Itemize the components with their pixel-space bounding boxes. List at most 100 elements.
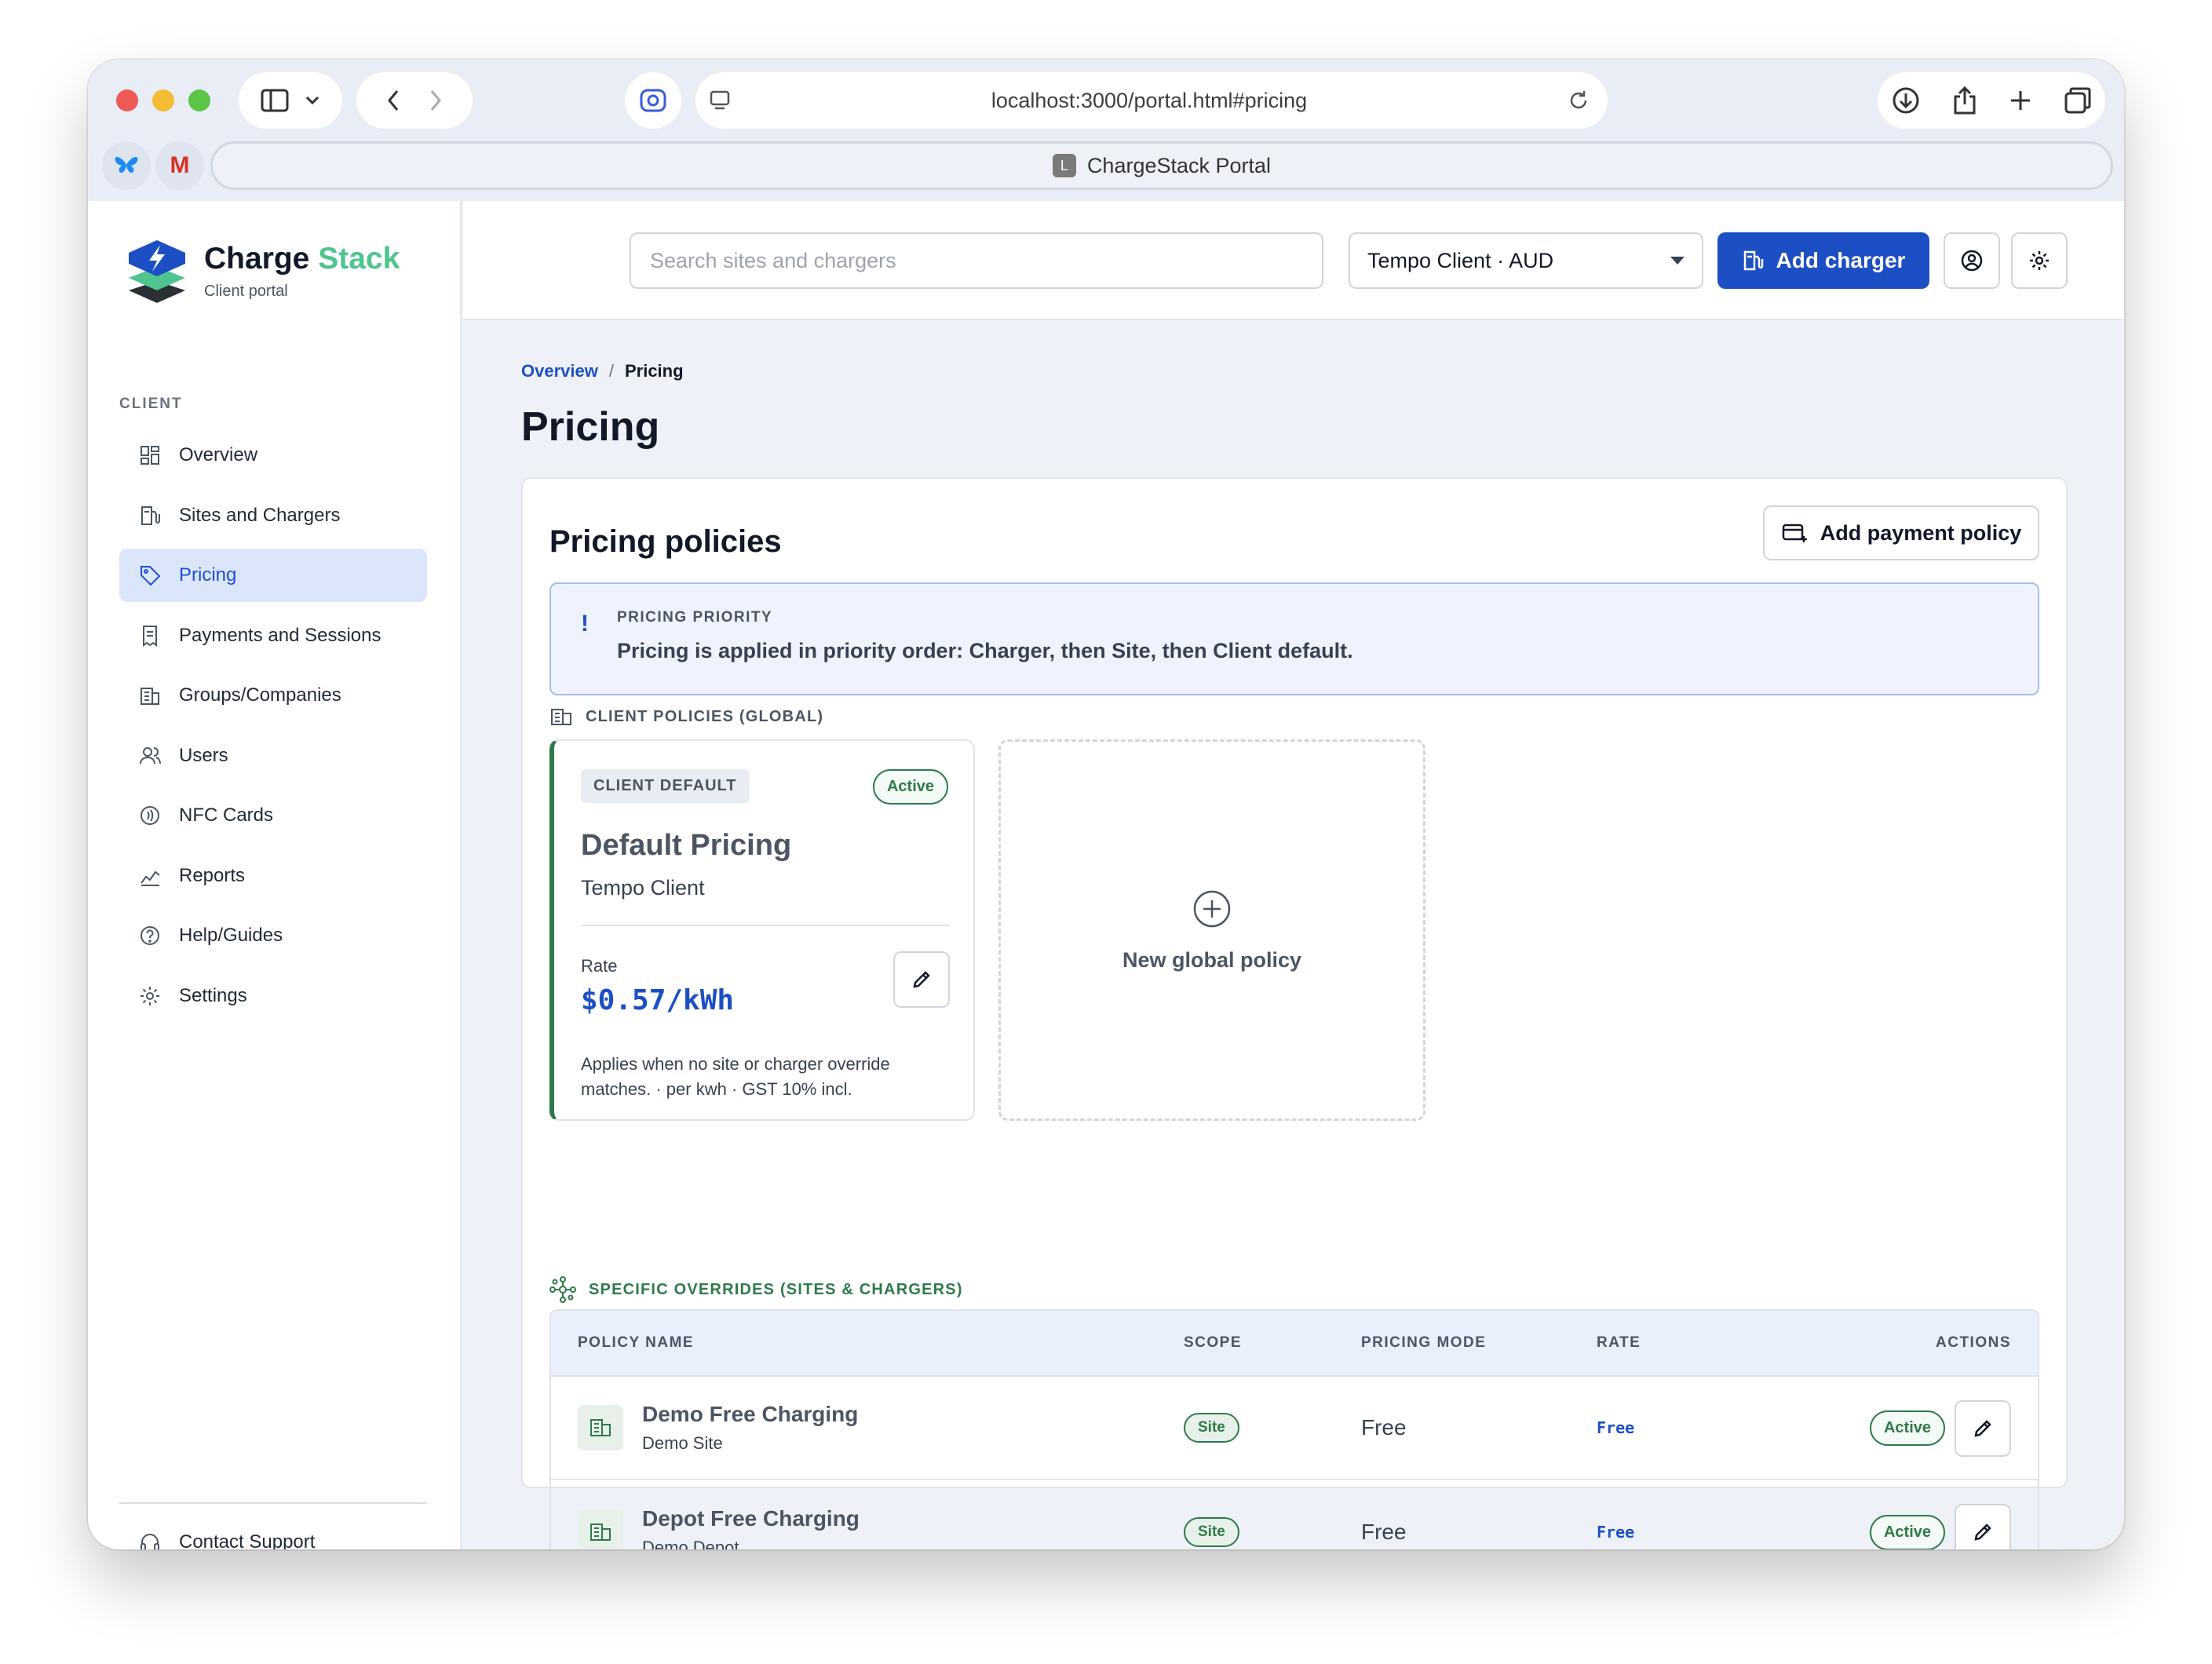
help-icon bbox=[141, 926, 159, 945]
sidebar: Charge Stack Client portal CLIENT Overvi… bbox=[88, 201, 462, 1549]
pencil-icon bbox=[1974, 1524, 1991, 1541]
rate: Free bbox=[1597, 1418, 1635, 1437]
breadcrumb-current: Pricing bbox=[624, 361, 684, 381]
rate-value: $0.57/kWh bbox=[581, 984, 735, 1016]
specific-overrides-heading: SPECIFIC OVERRIDES (SITES & CHARGERS) bbox=[549, 1276, 963, 1303]
status-badge: Active bbox=[1869, 1410, 1945, 1446]
add-charger-button[interactable]: Add charger bbox=[1717, 232, 1929, 289]
close-window-button[interactable] bbox=[116, 89, 138, 111]
profile-button[interactable] bbox=[1944, 232, 2000, 289]
add-payment-policy-button[interactable]: Add payment policy bbox=[1763, 505, 2039, 560]
sidebar-item-help-guides[interactable]: Help/Guides bbox=[119, 909, 427, 962]
extension-button[interactable] bbox=[625, 72, 681, 129]
back-arrow-icon[interactable] bbox=[386, 89, 400, 112]
butterfly-extension-icon[interactable] bbox=[102, 141, 151, 190]
address-bar[interactable]: localhost:3000/portal.html#pricing bbox=[695, 72, 1608, 129]
pencil-icon bbox=[1974, 1420, 1991, 1437]
sidebar-item-label: Help/Guides bbox=[179, 925, 283, 946]
plus-circle-icon bbox=[1193, 890, 1231, 927]
gear-icon bbox=[2030, 251, 2049, 270]
pricing-mode: Free bbox=[1361, 1520, 1407, 1544]
charger-icon bbox=[1743, 250, 1763, 271]
sidebar-item-settings[interactable]: Settings bbox=[119, 969, 427, 1023]
caret-down-icon bbox=[1670, 257, 1685, 265]
sidebar-item-groups-companies[interactable]: Groups/Companies bbox=[119, 669, 427, 722]
policy-name-cell: Depot Free Charging Demo Depot bbox=[578, 1506, 860, 1549]
browser-tab[interactable]: L ChargeStack Portal bbox=[210, 141, 2113, 190]
edit-default-pricing-button[interactable] bbox=[893, 951, 950, 1008]
top-bar: Search sites and chargers Tempo Client ·… bbox=[463, 201, 2124, 320]
window-controls bbox=[116, 89, 210, 111]
sidebar-item-label: Payments and Sessions bbox=[179, 624, 381, 646]
browser-window: localhost:3000/portal.html#pricing M L C… bbox=[88, 60, 2124, 1549]
sidebar-nav: Overview Sites and Chargers Pricing Paym… bbox=[119, 429, 427, 1029]
browser-actions bbox=[1878, 72, 2105, 129]
sidebar-toggle-button[interactable] bbox=[239, 72, 342, 129]
gear-icon bbox=[141, 986, 159, 1005]
dashboard-icon bbox=[141, 446, 159, 465]
brand[interactable]: Charge Stack Client portal bbox=[126, 235, 400, 306]
pricing-policies-card: Pricing policies Add payment policy ! PR… bbox=[521, 477, 2068, 1549]
client-policies-heading: CLIENT POLICIES (GLOBAL) bbox=[549, 706, 823, 727]
status-badge: Active bbox=[872, 769, 948, 805]
chevron-down-icon bbox=[305, 96, 319, 105]
client-select[interactable]: Tempo Client · AUD bbox=[1349, 232, 1703, 289]
edit-policy-button[interactable] bbox=[1955, 1400, 2011, 1457]
tag-icon bbox=[141, 566, 161, 586]
user-circle-icon bbox=[1961, 250, 1983, 272]
minimize-window-button[interactable] bbox=[152, 89, 174, 111]
forward-arrow-icon[interactable] bbox=[429, 89, 443, 112]
network-icon bbox=[549, 1276, 576, 1303]
tab-overview-icon[interactable] bbox=[2064, 86, 2092, 115]
share-icon[interactable] bbox=[1952, 86, 1977, 115]
sidebar-item-payments-and-sessions[interactable]: Payments and Sessions bbox=[119, 609, 427, 662]
column-header-actions: ACTIONS bbox=[1936, 1334, 2011, 1351]
new-tab-icon[interactable] bbox=[2009, 89, 2032, 112]
building-icon bbox=[141, 688, 159, 705]
charger-icon bbox=[141, 505, 160, 525]
sidebar-item-label: NFC Cards bbox=[179, 805, 274, 826]
edit-policy-button[interactable] bbox=[1955, 1504, 2011, 1549]
contact-support-label: Contact Support bbox=[179, 1531, 316, 1549]
contact-support-link[interactable]: Contact Support bbox=[138, 1531, 315, 1549]
scope-badge: Site bbox=[1184, 1517, 1239, 1547]
sidebar-item-reports[interactable]: Reports bbox=[119, 849, 427, 903]
table-row[interactable]: Demo Free Charging Demo Site Site Free F… bbox=[551, 1377, 2038, 1480]
sidebar-item-nfc-cards[interactable]: NFC Cards bbox=[119, 789, 427, 842]
url-text: localhost:3000/portal.html#pricing bbox=[991, 88, 1308, 112]
card-divider bbox=[581, 925, 950, 926]
users-icon bbox=[140, 746, 161, 764]
brand-subtitle: Client portal bbox=[204, 282, 288, 300]
sidebar-divider bbox=[119, 1502, 427, 1504]
breadcrumb-overview-link[interactable]: Overview bbox=[521, 361, 598, 381]
table-row[interactable]: Depot Free Charging Demo Depot Site Free… bbox=[551, 1480, 2038, 1549]
add-payment-policy-label: Add payment policy bbox=[1820, 520, 2022, 545]
column-header-scope: SCOPE bbox=[1184, 1334, 1243, 1351]
add-charger-label: Add charger bbox=[1776, 248, 1906, 272]
sidebar-item-label: Reports bbox=[179, 864, 246, 886]
reload-icon[interactable] bbox=[1567, 89, 1590, 112]
policy-title: Default Pricing bbox=[581, 829, 792, 862]
sidebar-item-sites-and-chargers[interactable]: Sites and Chargers bbox=[119, 489, 427, 542]
client-policies-label: CLIENT POLICIES (GLOBAL) bbox=[586, 707, 824, 725]
scope-badge: Site bbox=[1184, 1413, 1239, 1443]
new-global-policy-button[interactable]: New global policy bbox=[998, 739, 1425, 1121]
chargestack-logo-icon bbox=[129, 240, 185, 303]
credit-card-add-icon bbox=[1782, 524, 1807, 542]
search-input[interactable]: Search sites and chargers bbox=[630, 232, 1323, 289]
sidebar-item-label: Users bbox=[179, 744, 228, 766]
gmail-extension-icon[interactable]: M bbox=[155, 141, 204, 190]
sidebar-item-overview[interactable]: Overview bbox=[119, 429, 427, 482]
policy-name: Demo Free Charging bbox=[642, 1402, 859, 1426]
tab-favicon: L bbox=[1052, 154, 1076, 177]
column-header-rate: RATE bbox=[1597, 1334, 1641, 1351]
settings-button[interactable] bbox=[2011, 232, 2068, 289]
sidebar-item-users[interactable]: Users bbox=[119, 729, 427, 783]
download-icon[interactable] bbox=[1891, 86, 1921, 115]
sidebar-item-pricing[interactable]: Pricing bbox=[119, 549, 427, 602]
zoom-window-button[interactable] bbox=[188, 89, 210, 111]
breadcrumb: Overview / Pricing bbox=[521, 361, 684, 381]
receipt-icon bbox=[143, 625, 157, 647]
pricing-policies-title: Pricing policies bbox=[549, 524, 782, 559]
headset-icon bbox=[141, 1534, 159, 1549]
